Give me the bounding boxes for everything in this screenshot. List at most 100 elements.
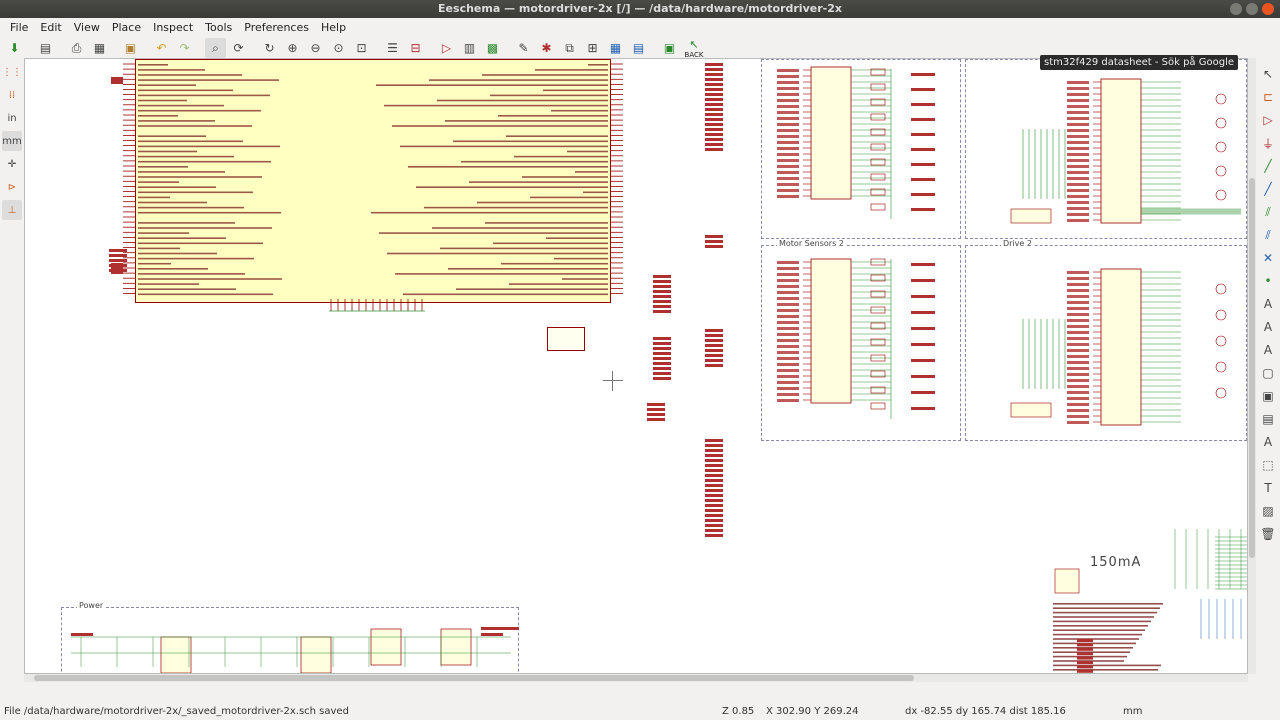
paste-icon[interactable]: ▣ xyxy=(120,38,141,58)
status-delta: dx -82.55 dy 165.74 dist 185.16 xyxy=(905,706,1066,717)
print-icon[interactable]: ⎙ xyxy=(66,38,87,58)
net-label-stack-2 xyxy=(705,235,723,248)
plot-icon[interactable]: ▦ xyxy=(89,38,110,58)
mcu-pin-labels xyxy=(138,64,608,296)
right-toolbar: ↖ ⊏ ▷ ⏚ ╱ ╱ ⫽ ⫽ ✕ • A A A ▢ ▣ ▤ A ⬚ T ▨ … xyxy=(1256,60,1280,672)
net-label-stack-7 xyxy=(647,403,665,421)
vertical-scrollbar[interactable] xyxy=(1248,58,1256,674)
toolbar-separator xyxy=(143,38,149,58)
menu-view[interactable]: View xyxy=(68,21,106,34)
refresh-icon[interactable]: ↻ xyxy=(259,38,280,58)
status-zoom: Z 0.85 xyxy=(722,706,755,717)
close-button[interactable] xyxy=(1262,3,1274,15)
connector-component[interactable] xyxy=(547,327,585,351)
hidden-pins-icon[interactable]: ⊳ xyxy=(2,177,22,197)
edit-fields-icon[interactable]: ▤ xyxy=(628,38,649,58)
mcu-right-pins xyxy=(611,63,623,294)
add-graphic-line-icon[interactable]: A xyxy=(1258,431,1278,453)
wire-to-bus-icon[interactable]: ⫽ xyxy=(1258,201,1278,223)
menu-preferences[interactable]: Preferences xyxy=(238,21,315,34)
net-label-stack-8 xyxy=(109,249,127,272)
left-toolbar: ⋮⋮ ⁞⁞ in mm ✛ ⊳ ⊥ xyxy=(0,60,24,672)
annotate-icon[interactable]: ✎ xyxy=(513,38,534,58)
add-symbol-icon[interactable]: ▷ xyxy=(1258,109,1278,131)
toolbar-separator xyxy=(505,38,511,58)
zoom-fit-icon[interactable]: ⊙ xyxy=(328,38,349,58)
bus-to-bus-icon[interactable]: ⫽ xyxy=(1258,224,1278,246)
bottom-right-circuit xyxy=(1053,529,1247,673)
highlight-net-icon[interactable]: ⊏ xyxy=(1258,86,1278,108)
bom-icon[interactable]: ▦ xyxy=(605,38,626,58)
units-mm-button[interactable]: mm xyxy=(2,131,22,151)
find-icon[interactable]: ⌕ xyxy=(205,38,226,58)
zoom-selection-icon[interactable]: ⊡ xyxy=(351,38,372,58)
hierarchy-icon[interactable]: ☰ xyxy=(382,38,403,58)
footprint-assign-icon[interactable]: ▩ xyxy=(482,38,503,58)
status-coords: X 302.90 Y 269.24 xyxy=(766,706,859,717)
net-label-stack-1 xyxy=(705,63,723,151)
window-title: Eeschema — motordriver-2x [/] — /data/ha… xyxy=(438,2,842,15)
power-detail-drawing xyxy=(71,627,519,673)
symbol-editor-icon[interactable]: ▷ xyxy=(436,38,457,58)
page-settings-icon[interactable]: ▤ xyxy=(35,38,56,58)
redo-icon[interactable]: ↷ xyxy=(174,38,195,58)
new-sheet-icon[interactable]: ⬇ xyxy=(4,38,25,58)
window-controls xyxy=(1230,3,1274,15)
grid-dense-icon[interactable]: ⁞⁞ xyxy=(2,85,22,105)
back-button[interactable]: ↖ BACK xyxy=(682,38,706,59)
menu-edit[interactable]: Edit xyxy=(34,21,67,34)
toolbar-separator xyxy=(27,38,33,58)
netlist-icon[interactable]: ⧉ xyxy=(559,38,580,58)
menu-tools[interactable]: Tools xyxy=(199,21,238,34)
window-titlebar: Eeschema — motordriver-2x [/] — /data/ha… xyxy=(0,0,1280,18)
orthogonal-lines-icon[interactable]: ⊥ xyxy=(2,200,22,220)
zoom-in-icon[interactable]: ⊕ xyxy=(282,38,303,58)
units-inch-button[interactable]: in xyxy=(2,108,22,128)
mcu-bottom-pins xyxy=(329,299,425,312)
menu-place[interactable]: Place xyxy=(106,21,147,34)
erc-icon[interactable]: ✱ xyxy=(536,38,557,58)
add-sheet-icon[interactable]: ▢ xyxy=(1258,362,1278,384)
add-bus-icon[interactable]: ╱ xyxy=(1258,178,1278,200)
add-text-icon[interactable]: T xyxy=(1258,477,1278,499)
menu-help[interactable]: Help xyxy=(315,21,352,34)
symbol-browser-icon[interactable]: ▥ xyxy=(459,38,480,58)
find-replace-icon[interactable]: ⟳ xyxy=(228,38,249,58)
horizontal-scroll-thumb[interactable] xyxy=(34,675,914,681)
add-junction-icon[interactable]: • xyxy=(1258,270,1278,292)
select-arrow-icon[interactable]: ↖ xyxy=(1258,63,1278,85)
mcu-symbol[interactable] xyxy=(135,59,611,303)
minimize-button[interactable] xyxy=(1230,3,1242,15)
vertical-scroll-thumb[interactable] xyxy=(1249,178,1255,558)
zoom-out-icon[interactable]: ⊖ xyxy=(305,38,326,58)
net-label-stack-3 xyxy=(705,329,723,367)
add-label-icon[interactable]: A xyxy=(1258,293,1278,315)
add-power-icon[interactable]: ⏚ xyxy=(1258,132,1278,154)
schematic-canvas[interactable]: Motor Sensors 2 Drive 2 Power 150mA xyxy=(24,58,1248,674)
crosshair-cursor xyxy=(603,371,623,391)
add-image-icon[interactable]: ▨ xyxy=(1258,500,1278,522)
add-sheet-pin-icon[interactable]: ▤ xyxy=(1258,408,1278,430)
add-hier-label-icon[interactable]: A xyxy=(1258,339,1278,361)
menu-inspect[interactable]: Inspect xyxy=(147,21,199,34)
assign-footprints-icon[interactable]: ⊞ xyxy=(582,38,603,58)
toolbar-separator xyxy=(251,38,257,58)
leave-sheet-icon[interactable]: ⊟ xyxy=(405,38,426,58)
pcbnew-icon[interactable]: ▣ xyxy=(659,38,680,58)
menu-file[interactable]: File xyxy=(4,21,34,34)
toolbar-separator xyxy=(428,38,434,58)
import-sheet-pin-icon[interactable]: ▣ xyxy=(1258,385,1278,407)
undo-icon[interactable]: ↶ xyxy=(151,38,172,58)
status-units: mm xyxy=(1123,706,1143,717)
delete-icon[interactable]: 🗑 xyxy=(1258,523,1278,545)
cursor-shape-icon[interactable]: ✛ xyxy=(2,154,22,174)
status-bar: File /data/hardware/motordriver-2x/_save… xyxy=(0,704,1280,720)
grid-toggle-icon[interactable]: ⋮⋮ xyxy=(2,62,22,82)
maximize-button[interactable] xyxy=(1246,3,1258,15)
add-global-label-icon[interactable]: A xyxy=(1258,316,1278,338)
add-dashed-line-icon[interactable]: ⬚ xyxy=(1258,454,1278,476)
horizontal-scrollbar[interactable] xyxy=(24,674,1248,682)
no-connect-icon[interactable]: ✕ xyxy=(1258,247,1278,269)
back-arrow-icon: ↖ xyxy=(689,37,699,51)
add-wire-icon[interactable]: ╱ xyxy=(1258,155,1278,177)
